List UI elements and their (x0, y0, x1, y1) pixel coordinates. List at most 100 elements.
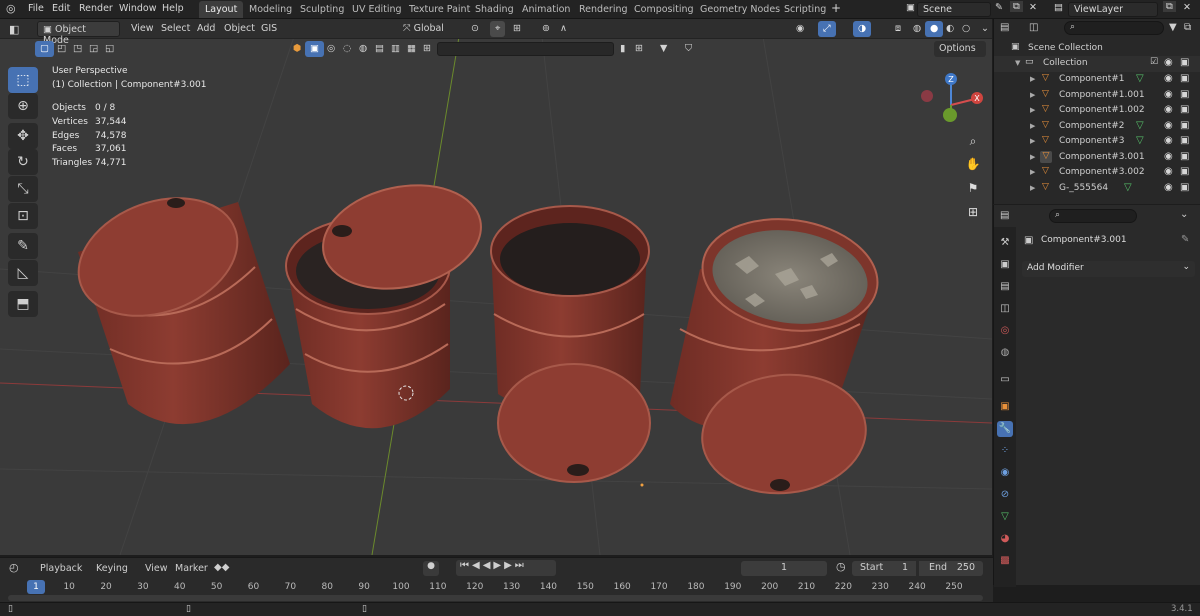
render-camera-icon[interactable]: ▣ (1180, 104, 1189, 115)
shield-icon[interactable]: ⛉ (680, 41, 697, 57)
transform-orientation-dropdown[interactable]: ⤧ Global (398, 21, 449, 37)
pin-icon[interactable]: ✎ (995, 2, 1003, 13)
scene-icon[interactable]: ▣ (906, 2, 915, 13)
menu-window[interactable]: Window (119, 3, 156, 14)
constraints-tab-icon[interactable]: ⊘ (997, 487, 1013, 503)
new-collection-icon[interactable]: ⧉ (1184, 22, 1191, 33)
object-type-empty-icon[interactable]: ⊞ (418, 41, 436, 57)
delete-scene-icon[interactable]: ✕ (1029, 2, 1037, 13)
overlay-toggle-icon[interactable]: ◑ (853, 21, 872, 37)
properties-search-input[interactable]: ⌕ (1049, 209, 1137, 223)
viewport-filter-icon[interactable]: ⬢ (288, 41, 306, 57)
tab-sculpting[interactable]: Sculpting (294, 1, 350, 18)
barrel-4[interactable] (640, 208, 885, 501)
scale-tool-icon[interactable]: ⤡ (8, 176, 38, 202)
expand-icon[interactable]: ▶ (1030, 91, 1035, 99)
gizmo-toggle-icon[interactable]: ⤢ (818, 21, 836, 37)
properties-editor-icon[interactable]: ▤ (1000, 210, 1009, 221)
move-tool-icon[interactable]: ✥ (8, 123, 38, 149)
tab-shading[interactable]: Shading (469, 1, 520, 18)
visibility-eye-icon[interactable]: ◉ (1164, 166, 1173, 177)
menu-object[interactable]: Object (219, 21, 260, 37)
tool-tab-icon[interactable]: ⚒ (997, 235, 1013, 251)
expand-icon[interactable]: ▶ (1030, 137, 1035, 145)
barrel-3[interactable] (490, 205, 651, 483)
pivot-icon[interactable]: ⊙ (466, 21, 484, 37)
mode-dropdown[interactable]: ▣ Object Mode (37, 21, 120, 46)
shading-options-icon[interactable]: ⌄ (976, 21, 992, 37)
camera-icon[interactable]: ⚑ (963, 178, 983, 198)
visibility-eye-icon[interactable]: ◉ (1164, 120, 1173, 131)
outliner-search-input[interactable]: ⌕ (1064, 21, 1164, 35)
mesh-data-icon[interactable]: ▽ (1124, 182, 1132, 193)
menu-add[interactable]: Add (192, 21, 220, 37)
add-modifier-dropdown[interactable]: Add Modifier ⌄ (1022, 261, 1195, 277)
tab-modeling[interactable]: Modeling (243, 1, 298, 18)
collection-row[interactable]: ▼ ▭ Collection ☑ ◉ ▣ (994, 56, 1200, 72)
render-tab-icon[interactable]: ▣ (997, 257, 1013, 273)
tab-layout[interactable]: Layout (199, 1, 244, 18)
new-view-layer-icon[interactable]: ⧉ (1163, 1, 1176, 12)
blender-logo-icon[interactable]: ◎ (6, 2, 16, 15)
tab-geometry-nodes[interactable]: Geometry Nodes (694, 1, 786, 18)
tab-texture-paint[interactable]: Texture Paint (403, 1, 476, 18)
tab-rendering[interactable]: Rendering (573, 1, 634, 18)
pan-hand-icon[interactable]: ✋ (963, 154, 983, 174)
menu-help[interactable]: Help (162, 3, 184, 14)
mesh-data-icon[interactable]: ▽ (1136, 120, 1144, 131)
cursor-tool-icon[interactable]: ⊕ (8, 93, 38, 119)
gizmo-neg-x-axis[interactable] (921, 90, 933, 102)
outliner-item[interactable]: ▶ ▽ Component#1.002 ◉ ▣ (994, 103, 1200, 119)
visibility-eye-icon[interactable]: ◉ (1164, 182, 1173, 193)
rotate-tool-icon[interactable]: ↻ (8, 149, 38, 175)
snap-icon[interactable]: ⌖ (490, 21, 506, 37)
delete-view-layer-icon[interactable]: ✕ (1183, 2, 1191, 13)
scene-tab-icon[interactable]: ◎ (997, 323, 1013, 339)
view-layer-field[interactable]: ViewLayer (1068, 2, 1158, 17)
tab-uv-editing[interactable]: UV Editing (346, 1, 408, 18)
viewport-search-field[interactable] (437, 42, 614, 56)
visibility-eye-icon[interactable]: ◉ (1164, 73, 1173, 84)
visibility-eye-icon[interactable]: ◉ (1164, 135, 1173, 146)
outliner-editor-icon[interactable]: ▤ (1000, 22, 1009, 33)
mesh-data-icon[interactable]: ▽ (1136, 73, 1144, 84)
options-dropdown[interactable]: Options (934, 41, 986, 57)
outliner-item[interactable]: ▶ ▽ Component#3.002 ◉ ▣ (994, 165, 1200, 181)
properties-pin-icon[interactable]: ✎ (1181, 234, 1189, 245)
new-scene-icon[interactable]: ⧉ (1010, 1, 1023, 12)
outliner-item[interactable]: ▶ ▽ Component#3.001 ◉ ▣ (994, 150, 1200, 166)
display-mode-icon[interactable]: ◫ (1029, 22, 1038, 33)
object-tab-icon[interactable]: ▣ (997, 399, 1013, 415)
select-intersect-icon[interactable]: ◱ (100, 41, 119, 57)
outliner-item[interactable]: ▶ ▽ Component#3 ▽ ◉ ▣ (994, 134, 1200, 150)
texture-tab-icon[interactable]: ▩ (997, 553, 1013, 569)
layout-icon[interactable]: ⊞ (630, 41, 648, 57)
outliner-item[interactable]: ▶ ▽ Component#2 ▽ ◉ ▣ (994, 119, 1200, 135)
gizmo-y-axis[interactable] (943, 108, 957, 122)
collapse-icon[interactable]: ▼ (1015, 59, 1020, 67)
expand-icon[interactable]: ▶ (1030, 184, 1035, 192)
annotate-tool-icon[interactable]: ✎ (8, 233, 38, 259)
physics-tab-icon[interactable]: ◉ (997, 465, 1013, 481)
visibility-icon[interactable]: ◉ (791, 21, 809, 37)
scene-field[interactable]: Scene (917, 2, 991, 17)
tab-scripting[interactable]: Scripting (778, 1, 832, 18)
collection-tab-icon[interactable]: ▭ (997, 372, 1013, 388)
tab-animation[interactable]: Animation (516, 1, 576, 18)
barrel-2[interactable] (285, 171, 491, 429)
proportional-edit-icon[interactable]: ⊚ (537, 21, 555, 37)
expand-icon[interactable]: ▶ (1030, 75, 1035, 83)
filter-icon[interactable]: ▼ (655, 41, 672, 57)
particles-tab-icon[interactable]: ⁘ (997, 443, 1013, 459)
data-tab-icon[interactable]: ▽ (997, 509, 1013, 525)
expand-icon[interactable]: ▶ (1030, 168, 1035, 176)
grid-view-icon[interactable]: ⊞ (963, 202, 983, 222)
material-tab-icon[interactable]: ◕ (997, 531, 1013, 547)
menu-gis[interactable]: GIS (256, 21, 282, 37)
view-layer-tab-icon[interactable]: ◫ (997, 301, 1013, 317)
view-layer-icon[interactable]: ▤ (1054, 2, 1063, 13)
add-workspace-button[interactable]: + (831, 1, 841, 15)
transform-tool-icon[interactable]: ⊡ (8, 203, 38, 229)
visibility-eye-icon[interactable]: ◉ (1164, 151, 1173, 162)
xray-icon[interactable]: ⧈ (890, 21, 906, 37)
